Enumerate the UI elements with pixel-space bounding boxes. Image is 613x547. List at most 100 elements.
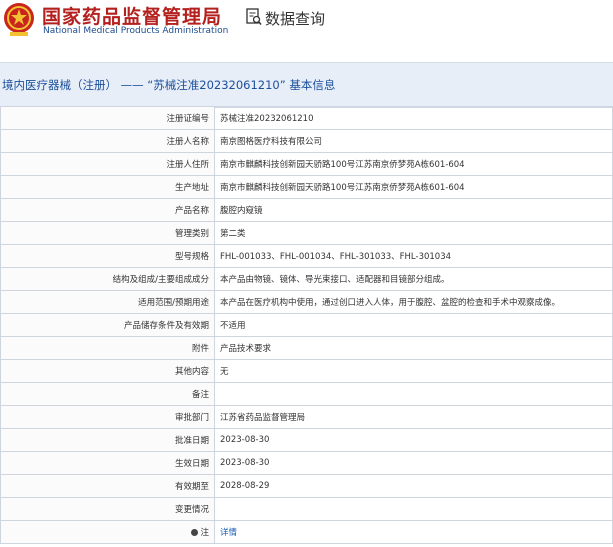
row-label-text: 注 (200, 528, 209, 538)
row-label: 产品储存条件及有效期 (0, 313, 215, 337)
table-row: 生效日期 2023-08-30 (0, 451, 613, 475)
table-row: 型号规格 FHL-001033、FHL-001034、FHL-301033、FHL… (0, 244, 613, 268)
row-value (214, 497, 613, 521)
row-value: 江苏省药品监督管理局 (214, 405, 613, 429)
row-label-text: 管理类别 (174, 229, 209, 239)
table-row: 有效期至 2028-08-29 (0, 474, 613, 498)
table-row: 注册证编号 苏械注准20232061210 (0, 106, 613, 130)
table-row: 批准日期 2023-08-30 (0, 428, 613, 452)
table-row: 适用范围/预期用途 本产品在医疗机构中使用，通过创口进入人体，用于腹腔、盆腔的检查… (0, 290, 613, 314)
site-name-en: National Medical Products Administration (43, 26, 229, 36)
table-row: 生产地址 南京市麒麟科技创新园天骄路100号江苏南京侨梦苑A栋601-604 (0, 175, 613, 199)
row-label: 注册证编号 (0, 106, 215, 130)
row-value-text: 南京图格医疗科技有限公司 (220, 137, 323, 147)
row-label: 审批部门 (0, 405, 215, 429)
info-icon (191, 529, 199, 536)
row-label: 生效日期 (0, 451, 215, 475)
row-label: 有效期至 (0, 474, 215, 498)
row-label: 注 (0, 520, 215, 544)
row-label: 其他内容 (0, 359, 215, 383)
table-row: 附件 产品技术要求 (0, 336, 613, 360)
table-row: 产品储存条件及有效期 不适用 (0, 313, 613, 337)
row-label-text: 附件 (191, 344, 209, 354)
table-row: 审批部门 江苏省药品监督管理局 (0, 405, 613, 429)
row-value-text: 产品技术要求 (220, 344, 272, 354)
row-label-text: 备注 (191, 390, 209, 400)
row-label: 注册人住所 (0, 152, 215, 176)
table-row: 变更情况 (0, 497, 613, 521)
table-row: 结构及组成/主要组成成分 本产品由物镜、镜体、导光束接口、适配器和目镜部分组成。 (0, 267, 613, 291)
table-row: 其他内容 无 (0, 359, 613, 383)
row-value: 产品技术要求 (214, 336, 613, 360)
row-value-text: 南京市麒麟科技创新园天骄路100号江苏南京侨梦苑A栋601-604 (220, 183, 465, 193)
row-value: 南京图格医疗科技有限公司 (214, 129, 613, 153)
row-label: 批准日期 (0, 428, 215, 452)
row-value-text: 本产品由物镜、镜体、导光束接口、适配器和目镜部分组成。 (220, 275, 450, 285)
row-value (214, 382, 613, 406)
row-value-text: 不适用 (220, 321, 246, 331)
row-value-text: FHL-001033、FHL-001034、FHL-301033、FHL-301… (220, 252, 452, 262)
row-label-text: 适用范围/预期用途 (138, 298, 209, 308)
row-value-text: 腹腔内窥镜 (220, 206, 263, 216)
row-value-text: 南京市麒麟科技创新园天骄路100号江苏南京侨梦苑A栋601-604 (220, 160, 465, 170)
row-label-text: 审批部门 (174, 413, 209, 423)
row-label-text: 注册人名称 (166, 137, 209, 147)
row-value: 不适用 (214, 313, 613, 337)
row-label: 适用范围/预期用途 (0, 290, 215, 314)
device-info-table: 注册证编号 苏械注准20232061210 注册人名称 南京图格医疗科技有限公司 注册人… (0, 106, 613, 544)
row-value: 腹腔内窥镜 (214, 198, 613, 222)
page-title: 数据查询 (265, 10, 326, 28)
row-label-text: 产品名称 (174, 206, 209, 216)
national-emblem-icon (4, 3, 34, 36)
row-value-text: 江苏省药品监督管理局 (220, 413, 306, 423)
row-value-text: 本产品在医疗机构中使用，通过创口进入人体，用于腹腔、盆腔的检查和手术中观察成像。 (220, 298, 561, 308)
row-label-text: 注册人住所 (166, 160, 209, 170)
row-label: 变更情况 (0, 497, 215, 521)
table-row: 注册人住所 南京市麒麟科技创新园天骄路100号江苏南京侨梦苑A栋601-604 (0, 152, 613, 176)
row-label: 结构及组成/主要组成成分 (0, 267, 215, 291)
row-label-text: 结构及组成/主要组成成分 (112, 275, 209, 285)
row-value-text: 苏械注准20232061210 (220, 114, 314, 124)
row-label-text: 其他内容 (174, 367, 209, 377)
site-name-cn: 国家药品监督管理局 (42, 6, 223, 28)
table-row: 备注 (0, 382, 613, 406)
row-value: 2023-08-30 (214, 451, 613, 475)
row-label: 产品名称 (0, 198, 215, 222)
row-label: 管理类别 (0, 221, 215, 245)
row-label: 备注 (0, 382, 215, 406)
section-title: 境内医疗器械（注册） —— “苏械注准20232061210” 基本信息 (2, 78, 336, 92)
row-label-text: 生产地址 (174, 183, 209, 193)
section-header: 境内医疗器械（注册） —— “苏械注准20232061210” 基本信息 (0, 62, 613, 108)
table-row: 注册人名称 南京图格医疗科技有限公司 (0, 129, 613, 153)
row-value: 2028-08-29 (214, 474, 613, 498)
row-label: 型号规格 (0, 244, 215, 268)
row-value-text: 无 (220, 367, 229, 377)
row-label-text: 注册证编号 (166, 114, 209, 124)
table-row: 产品名称 腹腔内窥镜 (0, 198, 613, 222)
detail-link[interactable]: 详情 (220, 528, 237, 538)
row-value: 详情 (214, 520, 613, 544)
row-value: 本产品在医疗机构中使用，通过创口进入人体，用于腹腔、盆腔的检查和手术中观察成像。 (214, 290, 613, 314)
row-label: 注册人名称 (0, 129, 215, 153)
row-value: 2023-08-30 (214, 428, 613, 452)
row-value: 无 (214, 359, 613, 383)
row-value: 南京市麒麟科技创新园天骄路100号江苏南京侨梦苑A栋601-604 (214, 152, 613, 176)
row-label-text: 有效期至 (174, 482, 209, 492)
row-value: 苏械注准20232061210 (214, 106, 613, 130)
site-header: 国家药品监督管理局 National Medical Products Admi… (0, 0, 613, 44)
row-value-text: 2023-08-30 (220, 435, 270, 445)
row-value: 本产品由物镜、镜体、导光束接口、适配器和目镜部分组成。 (214, 267, 613, 291)
row-label: 生产地址 (0, 175, 215, 199)
row-label: 附件 (0, 336, 215, 360)
row-label-text: 型号规格 (174, 252, 209, 262)
table-row: 管理类别 第二类 (0, 221, 613, 245)
row-value-text: 2028-08-29 (220, 481, 270, 491)
row-value: 第二类 (214, 221, 613, 245)
document-search-icon (246, 8, 262, 25)
row-label-text: 产品储存条件及有效期 (123, 321, 209, 331)
row-label-text: 变更情况 (174, 505, 209, 515)
row-value-text: 2023-08-30 (220, 458, 270, 468)
row-value: 南京市麒麟科技创新园天骄路100号江苏南京侨梦苑A栋601-604 (214, 175, 613, 199)
row-value: FHL-001033、FHL-001034、FHL-301033、FHL-301… (214, 244, 613, 268)
table-row: 注 详情 (0, 520, 613, 544)
